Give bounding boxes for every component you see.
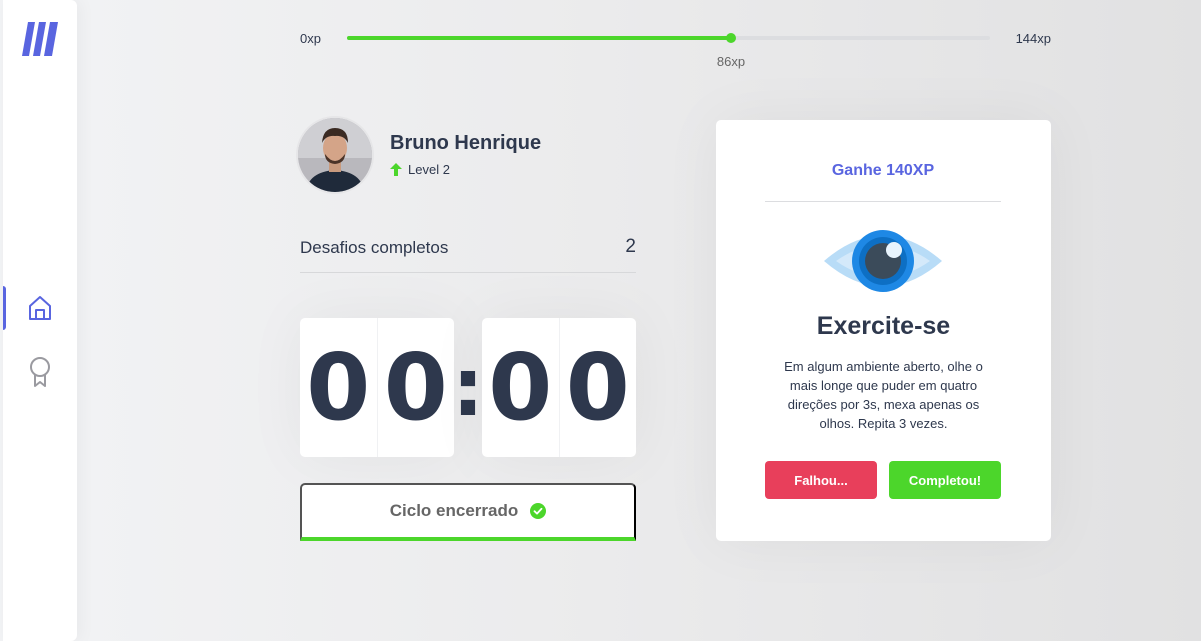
challenge-description: Em algum ambiente aberto, olhe o mais lo… <box>784 359 983 431</box>
sidebar-item-award[interactable] <box>3 348 77 396</box>
profile: Bruno Henrique Level 2 <box>298 118 638 192</box>
countdown-seconds: 0 0 <box>482 318 636 457</box>
level-up-icon <box>390 163 402 176</box>
home-icon <box>29 296 51 320</box>
completed-challenges-count: 2 <box>625 236 636 257</box>
check-circle-icon <box>530 503 547 519</box>
challenge-card: Ganhe 140XP Exercite-se Em algum ambient… <box>716 120 1051 541</box>
xp-min-label: 0xp <box>300 31 321 46</box>
completed-button[interactable]: Completou! <box>889 461 1001 499</box>
xp-track: 86xp <box>347 33 990 69</box>
xp-marker <box>726 33 736 43</box>
failed-button[interactable]: Falhou... <box>765 461 877 499</box>
challenge-reward: Ganhe 140XP <box>765 162 1001 202</box>
sidebar <box>3 0 77 641</box>
completed-challenges-label: Desafios completos <box>300 238 449 257</box>
profile-name: Bruno Henrique <box>390 132 542 154</box>
countdown: 0 0 : 0 0 <box>300 318 636 457</box>
xp-fill <box>347 36 731 40</box>
countdown-minutes: 0 0 <box>300 318 454 457</box>
profile-level-label: Level 2 <box>408 162 450 177</box>
completed-challenges: Desafios completos 2 <box>300 232 636 273</box>
challenge-title: Exercite-se <box>816 312 951 340</box>
award-icon <box>30 357 50 387</box>
experience-bar: 0xp 86xp 144xp <box>300 28 1051 69</box>
avatar <box>298 118 372 192</box>
second-digit-left: 0 <box>482 318 560 457</box>
xp-max-label: 144xp <box>1015 31 1051 46</box>
xp-current-label: 86xp <box>716 54 746 69</box>
profile-level: Level 2 <box>390 162 450 177</box>
minute-digit-right: 0 <box>383 334 448 441</box>
cycle-ended-label: Ciclo encerrado <box>389 501 519 520</box>
logo-icon <box>22 22 58 56</box>
eye-icon <box>824 230 942 292</box>
minute-digit-left: 0 <box>300 318 378 457</box>
sidebar-item-home[interactable] <box>3 284 77 332</box>
second-digit-right: 0 <box>565 334 630 441</box>
countdown-separator: : <box>452 341 484 434</box>
cycle-ended-button[interactable]: Ciclo encerrado <box>300 483 636 541</box>
